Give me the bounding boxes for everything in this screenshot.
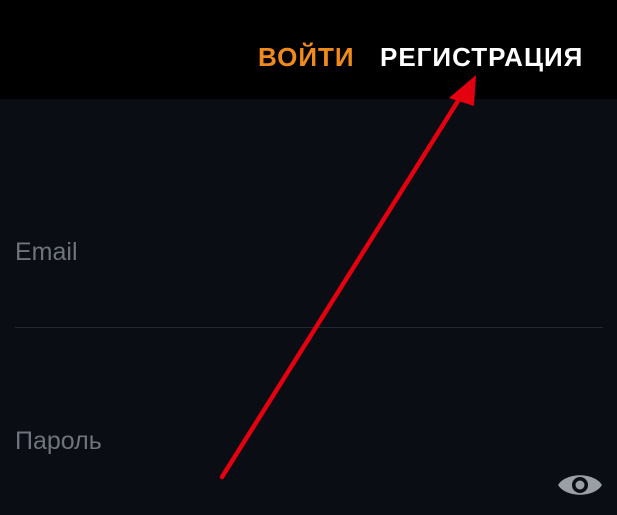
email-input[interactable] [15,232,535,272]
login-screen: ВОЙТИ РЕГИСТРАЦИЯ [0,0,617,515]
eye-icon[interactable] [556,468,604,502]
email-field-container [15,99,603,328]
register-tab[interactable]: РЕГИСТРАЦИЯ [380,40,583,74]
eye-icon-svg [558,475,602,495]
password-input[interactable] [15,421,535,461]
header-bar: ВОЙТИ РЕГИСТРАЦИЯ [0,0,617,99]
login-tab[interactable]: ВОЙТИ [258,40,355,74]
password-field-container [15,328,603,515]
login-form [0,99,617,515]
